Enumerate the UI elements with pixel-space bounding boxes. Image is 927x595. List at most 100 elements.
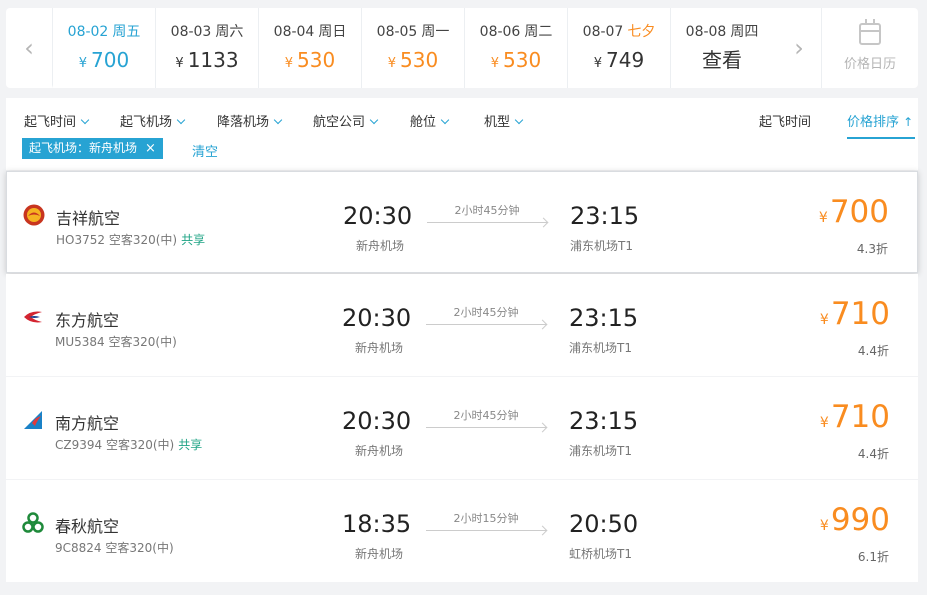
flight-number: CZ9394 [55,438,103,452]
discount-label: 4.3折 [856,242,888,256]
date-tab-4[interactable]: 08-06 周二 ¥530 [464,8,567,88]
arrival-airport: 浦东机场T1 [569,444,632,458]
tag-label: 起飞机场：新舟机场 [29,141,138,155]
flight-info: 9C8824 空客320(中) [55,539,178,556]
date-price: 530 [400,48,439,72]
price-value: 990 [830,502,890,538]
codeshare-badge: 共享 [178,438,203,452]
duration-arrow-icon [427,222,547,223]
airline-name: 吉祥航空 [56,209,121,228]
flight-info: MU5384 空客320(中) [55,333,181,350]
arrival-time: 23:15 [569,304,639,332]
price-calendar-label: 价格日历 [843,57,896,72]
weekday-label: 周五 [112,24,141,40]
currency-symbol: ¥ [387,56,397,71]
currency-symbol: ¥ [284,56,294,71]
close-icon[interactable]: × [145,141,156,156]
airline-name: 东方航空 [55,311,120,330]
aircraft-type: 空客320(中) [108,335,177,349]
discount-label: 4.4折 [857,344,889,358]
filter-label: 航空公司 [313,115,366,130]
currency-symbol: ¥ [819,312,829,328]
date-price: 749 [606,48,645,72]
currency-symbol: ¥ [175,56,184,71]
departure-time: 20:30 [342,304,412,332]
filter-label: 舱位 [410,115,437,130]
filter-cabin[interactable]: 舱位 [410,111,450,130]
departure-time: 20:30 [343,202,413,230]
sort-label: 起飞时间 [759,115,812,130]
festival-label: 七夕 [627,24,656,40]
date-label: 08-05 [376,24,418,40]
price-value: 710 [830,296,890,332]
flight-row[interactable]: 南方航空 CZ9394 空客320(中) 共享 20:30 新舟机场 2小时45分… [6,377,918,479]
weekday-label: 周一 [421,24,450,40]
flight-duration: 2小时15分钟 [453,512,519,525]
currency-symbol: ¥ [490,56,500,71]
date-tab-3[interactable]: 08-05 周一 ¥530 [361,8,464,88]
sort-price[interactable]: 价格排序 ↑ [847,111,915,139]
filter-airline[interactable]: 航空公司 [313,111,379,130]
date-label: 08-03 [170,24,212,40]
price-value: 710 [830,399,890,435]
flight-row[interactable]: 东方航空 MU5384 空客320(中) 20:30 新舟机场 2小时45分钟 … [6,274,918,376]
prev-date-button[interactable]: ‹ [6,8,52,88]
aircraft-type: 空客320(中) [108,233,178,247]
flight-row[interactable]: 春秋航空 9C8824 空客320(中) 18:35 新舟机场 2小时15分钟 … [6,480,918,582]
price-value: 700 [829,194,889,230]
flight-info: CZ9394 空客320(中) 共享 [55,436,202,453]
china-eastern-logo-icon [24,311,42,323]
date-label: 08-07 [582,24,624,40]
date-tab-5[interactable]: 08-07 七夕 ¥749 [567,8,670,88]
sort-departure-time[interactable]: 起飞时间 [759,111,811,130]
next-date-button[interactable]: › [776,8,822,88]
arrival-airport: 浦东机场T1 [570,239,633,253]
chevron-down-icon [369,115,379,125]
departure-airport: 新舟机场 [356,239,405,253]
filter-departure-airport[interactable]: 起飞机场 [120,111,186,130]
flight-price: ¥700 [819,194,889,236]
clear-filters-link[interactable]: 清空 [192,141,218,160]
currency-symbol: ¥ [819,518,829,534]
arrival-time: 23:15 [570,202,640,230]
calendar-icon [859,19,881,45]
filter-departure-time[interactable]: 起飞时间 [24,111,90,130]
chevron-down-icon [514,115,524,125]
currency-symbol: ¥ [819,415,829,431]
weekday-label: 周二 [524,24,553,40]
date-tab-1[interactable]: 08-03 周六 ¥1133 [155,8,258,88]
filter-label: 起飞时间 [24,115,77,130]
date-label: 08-06 [479,24,521,40]
date-price: 530 [503,48,542,72]
date-tab-0[interactable]: 08-02 周五 ¥700 [52,8,155,88]
price-calendar-button[interactable]: 价格日历 [821,8,918,88]
filter-arrival-airport[interactable]: 降落机场 [217,111,283,130]
currency-symbol: ¥ [818,210,828,226]
date-label: 08-08 [685,24,727,40]
date-tab-2[interactable]: 08-04 周日 ¥530 [258,8,361,88]
duration-arrow-icon [426,427,546,428]
flight-number: 9C8824 [55,541,102,555]
flight-row[interactable]: 吉祥航空 HO3752 空客320(中) 共享 20:30 新舟机场 2小时45分… [6,171,918,273]
arrival-time: 23:15 [569,407,639,435]
filter-label: 降落机场 [217,115,270,130]
flight-number: MU5384 [55,335,105,349]
flight-price: ¥710 [820,399,890,441]
flight-number: HO3752 [56,233,106,247]
china-southern-logo-icon [24,411,42,429]
chevron-down-icon [80,115,90,125]
airline-name: 春秋航空 [55,517,120,536]
date-tab-6[interactable]: 08-08 周四 查看 [670,8,773,88]
filter-label: 机型 [484,115,511,130]
sort-label: 价格排序 [847,115,900,130]
date-bar: ‹ 08-02 周五 ¥700 08-03 周六 ¥1133 08-04 周日 ¥53… [6,8,918,88]
filter-bar: 起飞时间 起飞机场 降落机场 航空公司 舱位 机型 起飞时间 价格排序 ↑ 起飞… [6,98,918,170]
aircraft-type: 空客320(中) [105,438,175,452]
currency-symbol: ¥ [78,56,88,71]
arrival-airport: 浦东机场T1 [569,341,632,355]
filter-aircraft[interactable]: 机型 [484,111,524,130]
flight-duration: 2小时45分钟 [454,204,520,217]
active-filter-tag[interactable]: 起飞机场：新舟机场 × [22,138,163,159]
flight-duration: 2小时45分钟 [453,306,519,319]
duration-arrow-icon [426,324,546,325]
